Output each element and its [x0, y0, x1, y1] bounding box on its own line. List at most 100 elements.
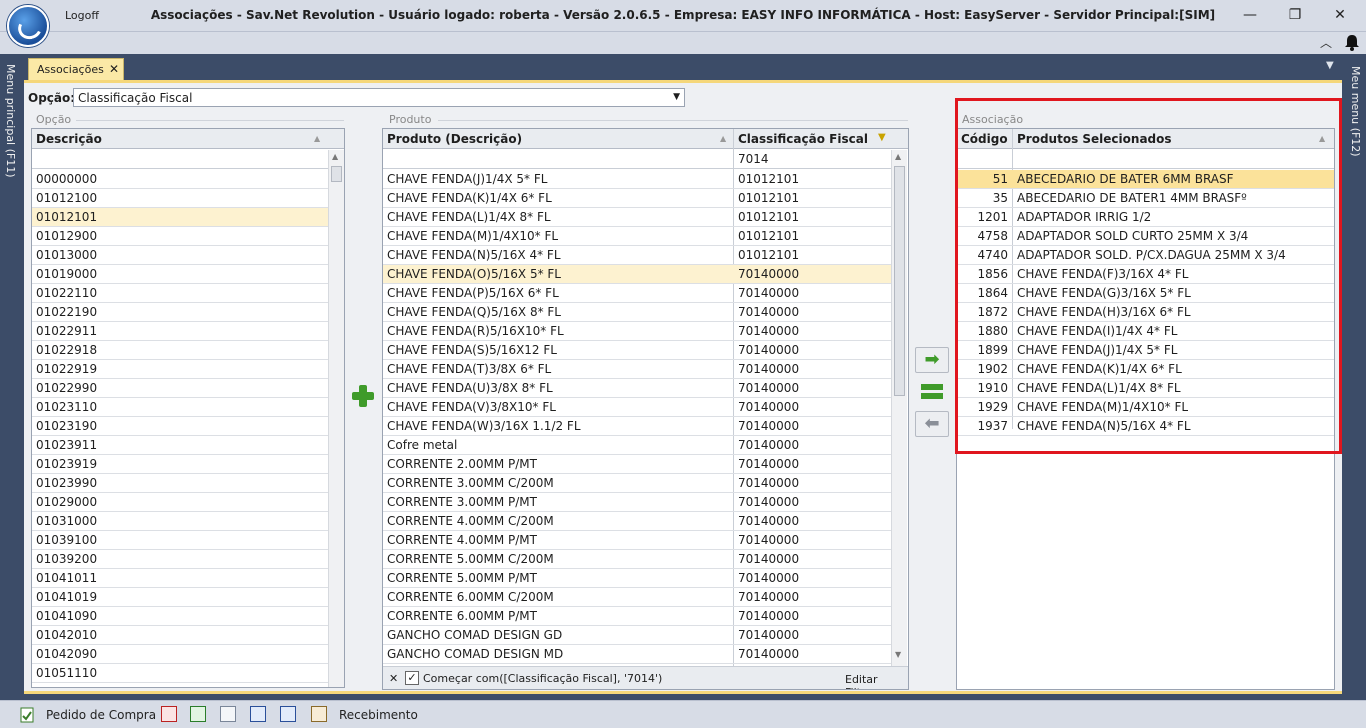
scroll-up-icon[interactable]: ▲ [332, 152, 338, 161]
clear-filter-icon[interactable]: ✕ [389, 672, 398, 685]
table-row[interactable]: CORRENTE 4.00MM C/200M 70140000 [383, 512, 891, 531]
table-row[interactable]: 01023110 [32, 398, 328, 417]
scroll-down-icon[interactable]: ▼ [895, 650, 901, 659]
table-row[interactable]: CHAVE FENDA(O)5/16X 5* FL 70140000 [383, 265, 891, 284]
table-row[interactable]: 01022990 [32, 379, 328, 398]
table-row[interactable]: 01012101 [32, 208, 328, 227]
word-doc-icon[interactable] [250, 706, 266, 722]
chevron-down-icon[interactable]: ▼ [673, 92, 680, 102]
table-row[interactable]: 4740 ADAPTADOR SOLD. P/CX.DAGUA 25MM X 3/… [957, 246, 1334, 265]
column-header-codigo[interactable]: Código [957, 129, 1012, 149]
table-row[interactable]: 01022190 [32, 303, 328, 322]
tab-close-icon[interactable]: ✕ [109, 62, 119, 76]
table-row[interactable]: 1910 CHAVE FENDA(L)1/4X 8* FL [957, 379, 1334, 398]
minimize-button[interactable]: — [1238, 4, 1262, 26]
table-row[interactable]: CHAVE FENDA(S)5/16X12 FL 70140000 [383, 341, 891, 360]
table-row[interactable]: 1937 CHAVE FENDA(N)5/16X 4* FL [957, 417, 1334, 436]
close-button[interactable]: ✕ [1328, 4, 1352, 26]
filter-icon[interactable]: ▼ [878, 132, 886, 143]
table-row[interactable]: GANCHO COMAD DESIGN MD 70140000 [383, 645, 891, 664]
table-row[interactable]: 1880 CHAVE FENDA(I)1/4X 4* FL [957, 322, 1334, 341]
table-row[interactable]: 01039100 [32, 531, 328, 550]
table-row[interactable]: CHAVE FENDA(W)3/16X 1.1/2 FL 70140000 [383, 417, 891, 436]
report-red-icon[interactable] [161, 706, 177, 722]
receipt-user-icon[interactable] [311, 706, 327, 722]
associate-all-button[interactable] [915, 379, 949, 405]
table-row[interactable]: 51 ABECEDARIO DE BATER 6MM BRASF [957, 170, 1334, 189]
document-icon[interactable] [220, 706, 236, 722]
table-row[interactable]: GANCHO COMAD DESIGN GD 70140000 [383, 626, 891, 645]
add-filter-plus-icon[interactable] [352, 385, 374, 407]
bell-icon[interactable] [1344, 34, 1360, 51]
column-header-descricao[interactable]: Descrição ▲ [32, 129, 344, 149]
table-row[interactable]: CORRENTE 5.00MM C/200M 70140000 [383, 550, 891, 569]
table-row[interactable]: 01012100 [32, 189, 328, 208]
table-row[interactable]: 01041011 [32, 569, 328, 588]
table-row[interactable]: 01022911 [32, 322, 328, 341]
edit-filter-link[interactable]: Editar Filtro [845, 673, 908, 689]
add-document-icon[interactable] [280, 706, 296, 722]
option-grid[interactable]: Descrição ▲ 00000000 01012100 01012101 0101… [31, 128, 345, 688]
purchase-order-icon[interactable] [19, 707, 35, 723]
table-row[interactable]: 1201 ADAPTADOR IRRIG 1/2 [957, 208, 1334, 227]
table-row[interactable]: 1929 CHAVE FENDA(M)1/4X10* FL [957, 398, 1334, 417]
table-row[interactable]: CHAVE FENDA(U)3/8X 8* FL 70140000 [383, 379, 891, 398]
receipt-button[interactable]: Recebimento [339, 708, 418, 722]
table-row[interactable]: 01022110 [32, 284, 328, 303]
table-row[interactable]: 01023990 [32, 474, 328, 493]
app-logo-icon[interactable] [7, 5, 49, 47]
table-row[interactable]: 00000000 [32, 170, 328, 189]
table-row[interactable]: 1899 CHAVE FENDA(J)1/4X 5* FL [957, 341, 1334, 360]
chevron-up-icon[interactable]: ︿ [1320, 34, 1332, 51]
table-row[interactable]: CHAVE FENDA(R)5/16X10* FL 70140000 [383, 322, 891, 341]
table-row[interactable]: Cofre metal 70140000 [383, 436, 891, 455]
purchase-order-button[interactable]: Pedido de Compra [46, 708, 156, 722]
table-row[interactable]: CHAVE FENDA(P)5/16X 6* FL 70140000 [383, 284, 891, 303]
associate-button[interactable]: ➡ [915, 347, 949, 373]
scroll-up-icon[interactable]: ▲ [895, 152, 901, 161]
scroll-thumb[interactable] [331, 166, 342, 182]
table-row[interactable]: 01042090 [32, 645, 328, 664]
scroll-thumb[interactable] [894, 166, 905, 396]
maximize-button[interactable]: ❐ [1283, 4, 1307, 26]
table-row[interactable]: CHAVE FENDA(V)3/8X10* FL 70140000 [383, 398, 891, 417]
table-row[interactable]: CHAVE FENDA(Q)5/16X 8* FL 70140000 [383, 303, 891, 322]
table-row[interactable]: CHAVE FENDA(L)1/4X 8* FL 01012101 [383, 208, 891, 227]
table-row[interactable]: CORRENTE 6.00MM P/MT 70140000 [383, 607, 891, 626]
tab-list-dropdown-icon[interactable]: ▼ [1326, 60, 1334, 71]
column-header-classificacao[interactable]: Classificação Fiscal ▼ [734, 129, 908, 149]
table-row[interactable]: 1856 CHAVE FENDA(F)3/16X 4* FL [957, 265, 1334, 284]
product-grid[interactable]: Produto (Descrição) ▲ Classificação Fisc… [382, 128, 909, 690]
column-header-produto[interactable]: Produto (Descrição) ▲ [383, 129, 733, 149]
product-scrollbar[interactable]: ▲ ▼ [891, 150, 907, 666]
table-row[interactable]: 01013000 [32, 246, 328, 265]
table-row[interactable]: 01031000 [32, 512, 328, 531]
option-select[interactable]: Classificação Fiscal ▼ [73, 88, 685, 107]
table-row[interactable]: 01012900 [32, 227, 328, 246]
report-green-icon[interactable] [190, 706, 206, 722]
table-row[interactable]: CORRENTE 3.00MM P/MT 70140000 [383, 493, 891, 512]
table-row[interactable]: CORRENTE 5.00MM P/MT 70140000 [383, 569, 891, 588]
table-row[interactable]: 1872 CHAVE FENDA(H)3/16X 6* FL [957, 303, 1334, 322]
table-row[interactable]: 01029000 [32, 493, 328, 512]
table-row[interactable]: CHAVE FENDA(M)1/4X10* FL 01012101 [383, 227, 891, 246]
table-row[interactable]: 01051110 [32, 664, 328, 683]
filter-input-classificacao[interactable]: 7014 [734, 150, 891, 169]
filter-input-codigo[interactable] [957, 150, 1012, 169]
table-row[interactable]: CORRENTE 4.00MM P/MT 70140000 [383, 531, 891, 550]
table-row[interactable]: CHAVE FENDA(T)3/8X 6* FL 70140000 [383, 360, 891, 379]
table-row[interactable]: 35 ABECEDARIO DE BATER1 4MM BRASFº [957, 189, 1334, 208]
my-menu-toggle[interactable]: Meu menu (F12) [1349, 66, 1362, 157]
table-row[interactable]: 4758 ADAPTADOR SOLD CURTO 25MM X 3/4 [957, 227, 1334, 246]
table-row[interactable]: CORRENTE 3.00MM C/200M 70140000 [383, 474, 891, 493]
table-row[interactable]: 01019000 [32, 265, 328, 284]
filter-input-produto[interactable] [383, 150, 733, 169]
table-row[interactable]: CHAVE FENDA(J)1/4X 5* FL 01012101 [383, 170, 891, 189]
option-scrollbar[interactable]: ▲ [328, 150, 344, 687]
table-row[interactable]: 01022918 [32, 341, 328, 360]
main-menu-toggle[interactable]: Menu principal (F11) [4, 64, 17, 178]
tab-associacoes[interactable]: Associações ✕ [28, 58, 124, 80]
table-row[interactable]: CHAVE FENDA(N)5/16X 4* FL 01012101 [383, 246, 891, 265]
filter-input-produtos[interactable] [1013, 150, 1334, 169]
table-row[interactable]: 01041019 [32, 588, 328, 607]
